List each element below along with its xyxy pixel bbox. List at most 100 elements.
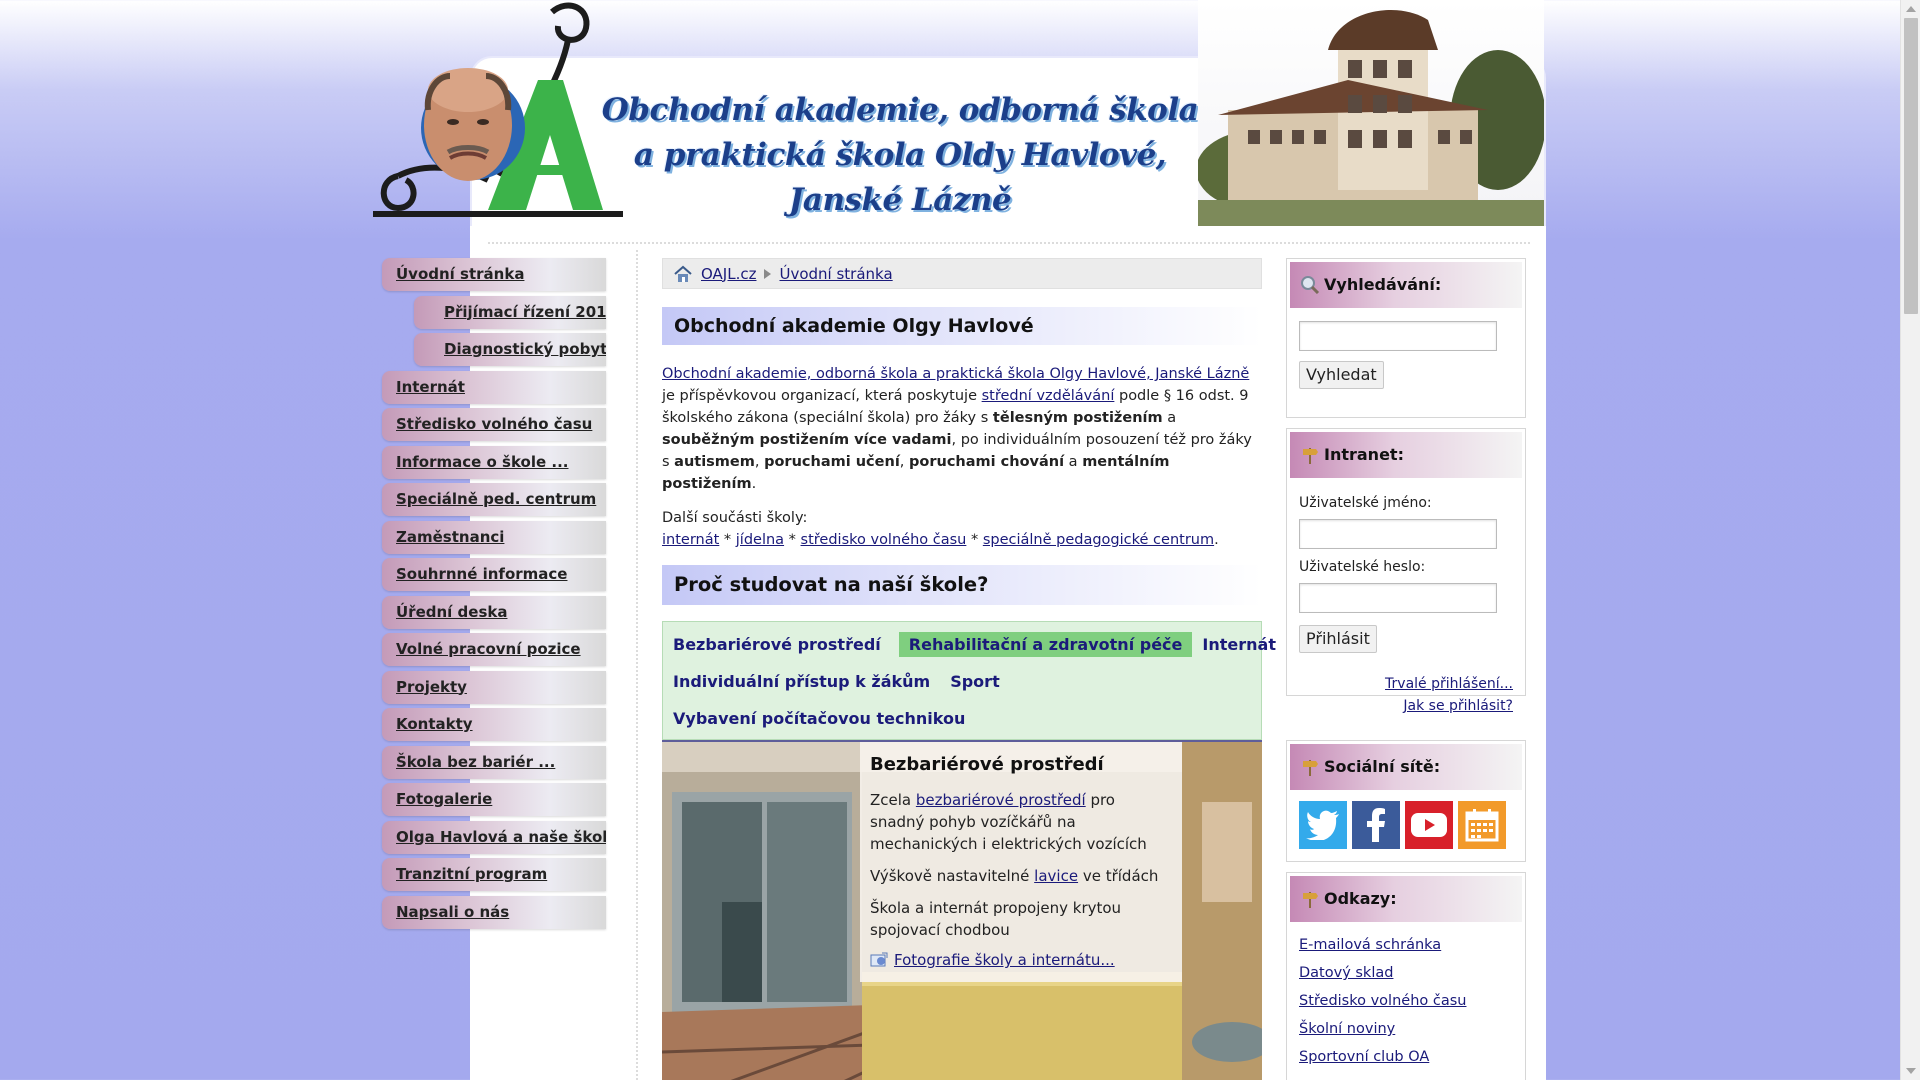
intro-bold: poruchami chování [909,454,1065,470]
scroll-up-icon[interactable] [1906,6,1916,12]
breadcrumb-current-link[interactable]: Úvodní stránka [779,265,892,283]
search-box-body: Vyhledat [1287,311,1525,403]
scroll-down-icon[interactable] [1906,1068,1916,1074]
page-title: Obchodní akademie Olgy Havlové [662,307,1262,345]
menu-item-summary-info[interactable]: Souhrnné informace [382,558,606,591]
tab-dormitory[interactable]: Internát [1200,632,1286,657]
part-end: . [1214,532,1219,548]
menu-item-barrier-free[interactable]: Škola bez bariér ... [382,745,606,779]
menu-item-leisure-centre[interactable]: Středisko volného času [382,408,606,441]
scrollbar-thumb[interactable] [1904,18,1918,314]
menu-item-school-info[interactable]: Informace o škole ... [382,445,606,479]
intro-text-part: , [754,454,765,470]
menu-item-dormitory[interactable]: Internát [382,370,606,404]
menu-item-staff[interactable]: Zaměstnanci [382,520,606,554]
school-logo [368,0,628,225]
intro-text: Obchodní akademie, odborná škola a prakt… [662,363,1262,551]
menu-item-gallery[interactable]: Fotogalerie [382,783,606,816]
search-button[interactable]: Vyhledat [1299,361,1384,389]
part-link-spc[interactable]: speciálně pedagogické centrum [983,532,1214,548]
breadcrumb: OAJL.cz Úvodní stránka [662,258,1262,289]
school-title: Obchodní akademie, odborná škola a prakt… [600,88,1200,223]
link-school-news[interactable]: Školní noviny [1299,1015,1513,1043]
part-link-canteen[interactable]: jídelna [736,532,784,548]
intranet-title-text: Intranet: [1324,445,1404,464]
breadcrumb-home-link[interactable]: OAJL.cz [701,265,756,283]
social-title-text: Sociální sítě: [1324,757,1441,776]
school-title-line-1: Obchodní akademie, odborná škola [601,92,1199,128]
picture-icon [870,952,888,967]
facebook-icon[interactable] [1352,801,1400,849]
link-sport-club[interactable]: Sportovní club OA [1299,1043,1513,1071]
header-divider [488,242,1530,244]
intro-bold: autismem [674,454,755,470]
slide-paragraph: Škola a internát propojeny krytou spojov… [870,899,1122,939]
login-button[interactable]: Přihlásit [1299,625,1377,653]
youtube-icon[interactable] [1405,801,1453,849]
menu-item-olga-havlova[interactable]: Olga Havlová a naše škola [382,820,606,854]
link-data-storage[interactable]: Datový sklad [1299,959,1513,987]
password-field[interactable] [1299,583,1497,613]
tab-row: Bezbariérové prostředí Rehabilitační a z… [671,626,1276,663]
tab-rehabilitation[interactable]: Rehabilitační a zdravotní péče [898,632,1193,657]
school-building-photo [1196,0,1546,228]
menu-item-press[interactable]: Napsali o nás [382,895,606,929]
barrier-free-link[interactable]: bezbariérové prostředí [916,791,1086,809]
links-list: E-mailová schránka Datový sklad Středisk… [1287,925,1525,1080]
intro-bold: poruchami učení [764,454,900,470]
secondary-education-link[interactable]: střední vzdělávání [982,388,1115,404]
login-button-row: Přihlásit [1299,625,1513,653]
links-title-text: Odkazy: [1324,889,1397,908]
tab-barrier-free[interactable]: Bezbariérové prostředí [671,632,891,657]
menu-item-special-ped-centre[interactable]: Speciálně ped. centrum [382,483,606,516]
search-box-title: Vyhledávání: [1290,262,1522,308]
calendar-icon[interactable] [1458,801,1506,849]
link-email[interactable]: E-mailová schránka [1299,931,1513,959]
search-box: Vyhledávání: Vyhledat [1286,258,1526,418]
feature-slide: Bezbariérové prostředí Zcela bezbariérov… [662,740,1262,1080]
slide-title: Bezbariérové prostředí [870,754,1104,775]
menu-item-admission-2019[interactable]: Přijímací řízení 2019 [414,295,606,329]
permanent-login-link[interactable]: Trvalé přihlášení... [1385,676,1513,692]
password-label: Uživatelské heslo: [1299,559,1426,575]
menu-item-contacts[interactable]: Kontakty [382,708,606,741]
part-link-dormitory[interactable]: internát [662,532,719,548]
sign-icon [1303,448,1318,464]
school-name-link[interactable]: Obchodní akademie, odborná škola a prakt… [662,366,1249,382]
link-leisure-centre[interactable]: Středisko volného času [1299,987,1513,1015]
tab-computers[interactable]: Vybavení počítačovou technikou [671,706,975,731]
why-heading: Proč studovat na naší škole? [662,565,1262,605]
menu-item-projects[interactable]: Projekty [382,670,606,704]
breadcrumb-arrow-icon [764,268,772,279]
sign-icon [1303,892,1318,908]
intranet-box-title: Intranet: [1290,432,1522,478]
menu-item-diagnostic-stay[interactable]: Diagnostický pobyt [414,333,606,366]
menu-item-job-openings[interactable]: Volné pracovní pozice [382,633,606,666]
search-input[interactable] [1299,321,1497,351]
tab-sport[interactable]: Sport [948,669,1010,694]
social-box-title: Sociální sítě: [1290,744,1522,790]
part-separator: * [784,532,801,548]
menu-item-transition-program[interactable]: Tranzitní program [382,858,606,891]
school-title-line-3: Janské Lázně [788,182,1012,218]
username-field[interactable] [1299,519,1497,549]
school-title-line-2: a praktická škola Oldy Havlové, [633,137,1167,173]
menu-item-home[interactable]: Úvodní stránka [382,258,606,291]
main-content: OAJL.cz Úvodní stránka Obchodní akademie… [662,258,1276,1080]
sidebar-divider [636,250,638,1080]
part-separator: * [719,532,736,548]
desks-link[interactable]: lavice [1034,867,1078,885]
how-to-login-link[interactable]: Jak se přihlásit? [1403,698,1513,714]
tab-row: Vybavení počítačovou technikou [671,700,1253,737]
twitter-icon[interactable] [1299,801,1347,849]
part-link-leisure[interactable]: středisko volného času [801,532,967,548]
tab-individual-approach[interactable]: Individuální přístup k žákům [671,669,940,694]
intro-text-part: a [1162,410,1177,426]
home-icon[interactable] [673,265,693,283]
menu-item-notice-board[interactable]: Úřední deska [382,595,606,629]
social-icons [1299,795,1513,851]
school-photos-link[interactable]: Fotografie školy a internátu... [894,951,1115,969]
slide-paragraph: Výškově nastavitelné lavice ve třídách [870,865,1172,887]
page-scrollbar[interactable] [1900,0,1920,1080]
school-parts-label: Další součásti školy: [662,510,808,526]
